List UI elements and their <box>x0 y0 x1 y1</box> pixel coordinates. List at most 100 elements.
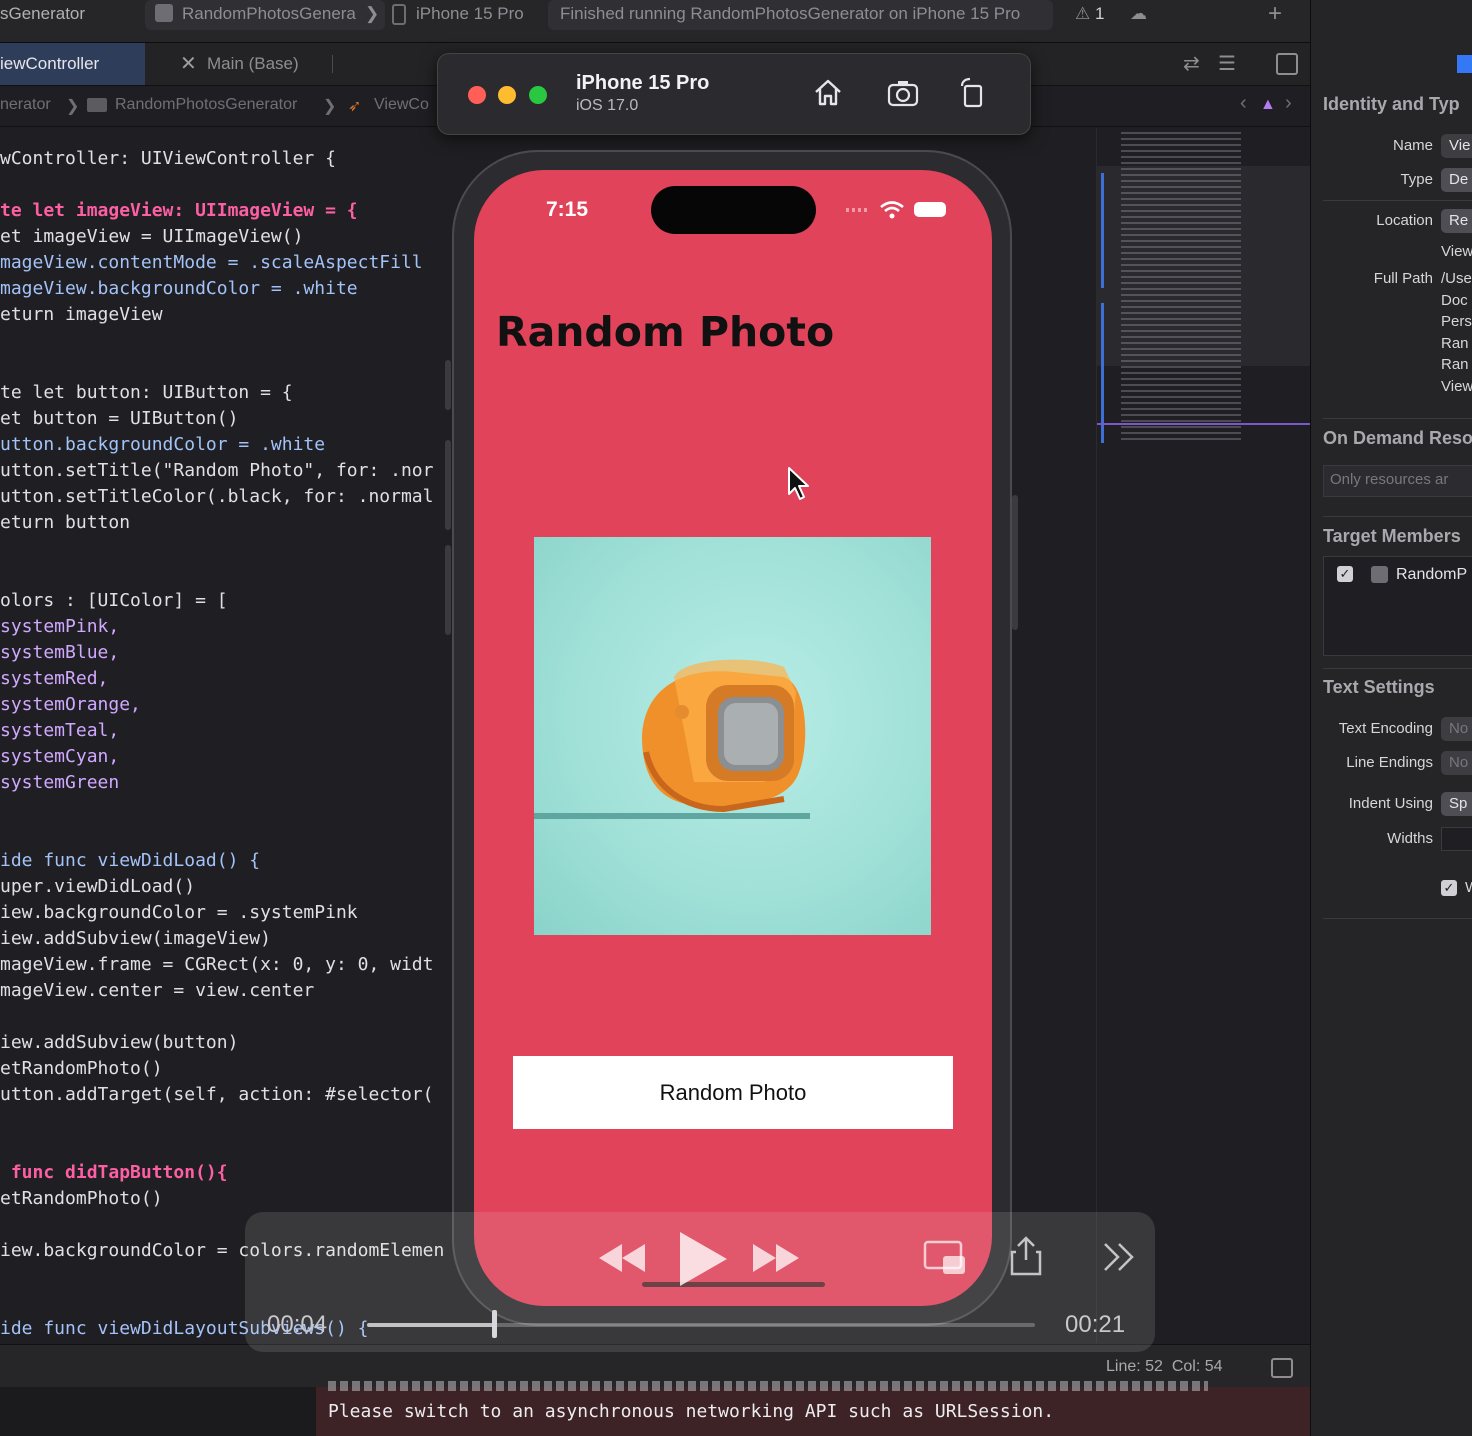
code-line: systemGreen <box>0 772 120 793</box>
warning-nav-icon[interactable]: ▲ <box>1260 96 1276 114</box>
more-controls-icon[interactable] <box>1103 1242 1135 1272</box>
scheme-name[interactable]: RandomPhotosGenera <box>182 4 356 24</box>
identity-header: Identity and Typ <box>1323 94 1460 114</box>
warning-count[interactable]: 1 <box>1095 4 1104 24</box>
cursor-position: Line: 52 Col: 54 <box>1106 1358 1223 1375</box>
fast-forward-icon[interactable] <box>751 1242 801 1274</box>
indent-using-popup[interactable]: Sp <box>1441 792 1472 816</box>
run-destination[interactable]: iPhone 15 Pro <box>416 4 524 24</box>
tab-view-controller[interactable]: iewController <box>0 43 145 85</box>
location-popup[interactable]: Re <box>1441 209 1472 233</box>
divider <box>1323 418 1472 419</box>
wrap-lines-checkbox[interactable]: ✓ <box>1441 880 1457 896</box>
line-endings-popup[interactable]: No <box>1441 751 1472 775</box>
editor-options-icon[interactable]: ☰ <box>1218 51 1236 76</box>
minimap[interactable] <box>1096 128 1311 1343</box>
full-path-line: View <box>1441 378 1472 395</box>
divider <box>332 55 333 73</box>
swap-icon[interactable]: ⇄ <box>1183 51 1200 76</box>
toggle-debug-area-icon[interactable] <box>1271 1358 1293 1378</box>
code-line: utton.backgroundColor = .white <box>0 434 326 455</box>
minimize-window-button[interactable] <box>498 86 516 104</box>
minimap-change-bar <box>1101 303 1104 443</box>
full-path-line: Ran <box>1441 356 1469 373</box>
build-status: Finished running RandomPhotosGenerator o… <box>560 4 1021 23</box>
random-photo-image <box>534 537 931 935</box>
debug-console: Please switch to an asynchronous network… <box>0 1381 1310 1436</box>
full-path-label: Full Path <box>1373 270 1433 287</box>
code-line: eturn button <box>0 512 131 533</box>
file-inspector-tab-icon[interactable] <box>1457 55 1472 73</box>
warning-icon[interactable]: ⚠ <box>1075 4 1090 24</box>
code-line: olors : [UIColor] = [ <box>0 590 228 611</box>
signal-icon <box>846 208 870 212</box>
source-editor[interactable]: wController: UIViewController { te let i… <box>0 128 448 1343</box>
divider <box>1323 200 1472 201</box>
code-line: ide func viewDidLoad() { <box>0 850 261 871</box>
video-duration: 00:21 <box>1065 1311 1126 1338</box>
code-line: systemBlue, <box>0 642 120 663</box>
code-line: utton.setTitleColor(.black, for: .normal <box>0 486 434 507</box>
forward-arrow-icon[interactable]: › <box>1285 92 1292 115</box>
text-encoding-popup[interactable]: No <box>1441 717 1472 741</box>
power-button <box>1012 495 1018 630</box>
video-scrubber-thumb[interactable] <box>491 1310 497 1338</box>
name-label: Name <box>1392 137 1433 154</box>
zoom-window-button[interactable] <box>529 86 547 104</box>
breadcrumb-project[interactable]: nerator <box>0 96 51 114</box>
full-path-line: Doc <box>1441 292 1468 309</box>
picture-in-picture-icon[interactable] <box>923 1240 967 1276</box>
name-field[interactable]: Vie <box>1441 134 1472 158</box>
code-line: utton.setTitle("Random Photo", for: .nor <box>0 460 434 481</box>
cloud-icon[interactable]: ☁ <box>1130 4 1147 24</box>
swift-icon: ➶ <box>348 98 362 115</box>
rewind-icon[interactable] <box>597 1242 647 1274</box>
share-icon[interactable] <box>1010 1236 1042 1276</box>
code-line: et button = UIButton() <box>0 408 239 429</box>
line-endings-label: Line Endings <box>1346 754 1433 771</box>
target-name: RandomP <box>1396 566 1468 583</box>
full-path-line: /Use <box>1441 270 1472 287</box>
close-window-button[interactable] <box>468 86 486 104</box>
wrap-lines-label: W <box>1465 879 1472 896</box>
folder-icon <box>87 98 107 112</box>
breadcrumb-file[interactable]: ViewCo <box>374 96 429 114</box>
play-icon[interactable] <box>677 1230 729 1288</box>
code-line: mageView.backgroundColor = .white <box>0 278 358 299</box>
rotate-icon[interactable] <box>956 76 990 110</box>
add-editor-icon[interactable] <box>1276 53 1298 75</box>
type-popup[interactable]: De <box>1441 168 1472 192</box>
code-line: utton.addTarget(self, action: #selector( <box>0 1084 434 1105</box>
side-button <box>445 360 451 410</box>
inspector-panel: Identity and Typ Name Vie Type De Locati… <box>1310 0 1472 1436</box>
code-line: func didTapButton(){ <box>0 1162 228 1183</box>
code-line: te let imageView: UIImageView = { <box>0 200 358 221</box>
widths-field[interactable] <box>1441 827 1472 851</box>
minimap-change-bar <box>1101 173 1104 288</box>
add-button[interactable]: + <box>1268 0 1282 28</box>
video-progress <box>367 1323 494 1327</box>
screenshot-icon[interactable] <box>886 76 920 110</box>
back-arrow-icon[interactable]: ‹ <box>1240 92 1247 115</box>
project-name: sGenerator <box>0 4 86 23</box>
app-target-icon <box>1371 566 1388 583</box>
phone-icon <box>392 4 406 25</box>
on-demand-resources-header: On Demand Reso <box>1323 428 1472 448</box>
divider <box>1323 668 1472 669</box>
breadcrumb-group[interactable]: RandomPhotosGenerator <box>115 96 297 114</box>
type-label: Type <box>1400 171 1433 188</box>
random-photo-button[interactable]: Random Photo <box>513 1056 953 1129</box>
full-path-line: Ran <box>1441 335 1469 352</box>
divider <box>1323 918 1472 919</box>
code-line: et imageView = UIImageView() <box>0 226 304 247</box>
watch-photo-icon <box>534 659 810 819</box>
tab-main-storyboard[interactable]: Main (Base) <box>207 54 299 74</box>
code-line: te let button: UIButton = { <box>0 382 293 403</box>
close-icon[interactable]: ✕ <box>180 51 197 76</box>
mouse-cursor-icon <box>788 467 809 500</box>
code-line: systemCyan, <box>0 746 120 767</box>
simulator-os-version: iOS 17.0 <box>576 97 639 114</box>
home-icon[interactable] <box>811 76 845 110</box>
code-line: systemRed, <box>0 668 109 689</box>
target-checkbox[interactable]: ✓ <box>1337 566 1353 582</box>
